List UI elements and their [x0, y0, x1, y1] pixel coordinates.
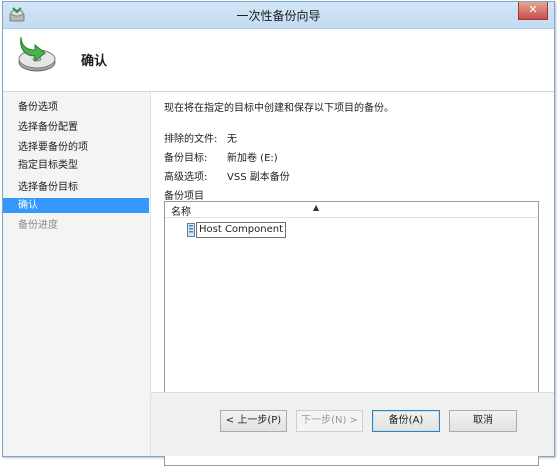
- wizard-steps-nav: 备份选项 选择备份配置 选择要备份的项 指定目标类型 选择备份目标 确认 备份进…: [3, 92, 149, 392]
- list-header[interactable]: 名称 ▲: [165, 202, 538, 218]
- cancel-button[interactable]: 取消: [449, 410, 517, 432]
- backup-target-value: 新加卷 (E:): [227, 153, 278, 164]
- excluded-files-label: 排除的文件:: [164, 134, 218, 145]
- wizard-footer: < 上一步(P) 下一步(N) > 备份(A) 取消: [150, 392, 554, 456]
- title-bar[interactable]: 一次性备份向导 ✕: [3, 2, 554, 29]
- backup-target-label: 备份目标:: [164, 153, 208, 164]
- close-button[interactable]: ✕: [518, 2, 548, 20]
- page-title: 确认: [81, 54, 108, 69]
- column-header-name[interactable]: 名称: [171, 203, 191, 218]
- nav-step-backup-options[interactable]: 备份选项: [3, 100, 149, 115]
- wizard-window: 一次性备份向导 ✕ 确认 备份选项 选择备份配置 选择要备份的项 指定目标类型 …: [2, 1, 555, 466]
- advanced-options-value: VSS 副本备份: [227, 172, 290, 183]
- backup-disk-icon: [18, 36, 56, 72]
- next-button: 下一步(N) >: [296, 410, 363, 432]
- list-item-name: Host Component: [196, 222, 287, 238]
- advanced-options-label: 高级选项:: [164, 172, 208, 183]
- nav-step-progress: 备份进度: [18, 220, 58, 231]
- back-button[interactable]: < 上一步(P): [220, 410, 287, 432]
- sort-ascending-icon: ▲: [313, 203, 320, 212]
- excluded-files-value: 无: [227, 134, 237, 145]
- backup-items-label: 备份项目: [164, 191, 204, 202]
- window-title: 一次性备份向导: [236, 9, 321, 23]
- backup-button[interactable]: 备份(A): [372, 410, 440, 432]
- wizard-header: 确认: [3, 29, 554, 92]
- close-icon: ✕: [528, 3, 538, 16]
- nav-step-select-target[interactable]: 选择备份目标: [3, 180, 149, 195]
- intro-text: 现在将在指定的目标中创建和保存以下项目的备份。: [164, 103, 394, 114]
- nav-step-select-items[interactable]: 选择要备份的项: [3, 140, 149, 155]
- nav-step-target-type[interactable]: 指定目标类型: [3, 158, 149, 173]
- server-component-icon: [187, 223, 195, 237]
- confirm-panel: 现在将在指定的目标中创建和保存以下项目的备份。 排除的文件: 无 备份目标: 新…: [150, 92, 554, 466]
- nav-step-confirm[interactable]: 确认: [3, 198, 149, 213]
- nav-step-select-config[interactable]: 选择备份配置: [3, 120, 149, 135]
